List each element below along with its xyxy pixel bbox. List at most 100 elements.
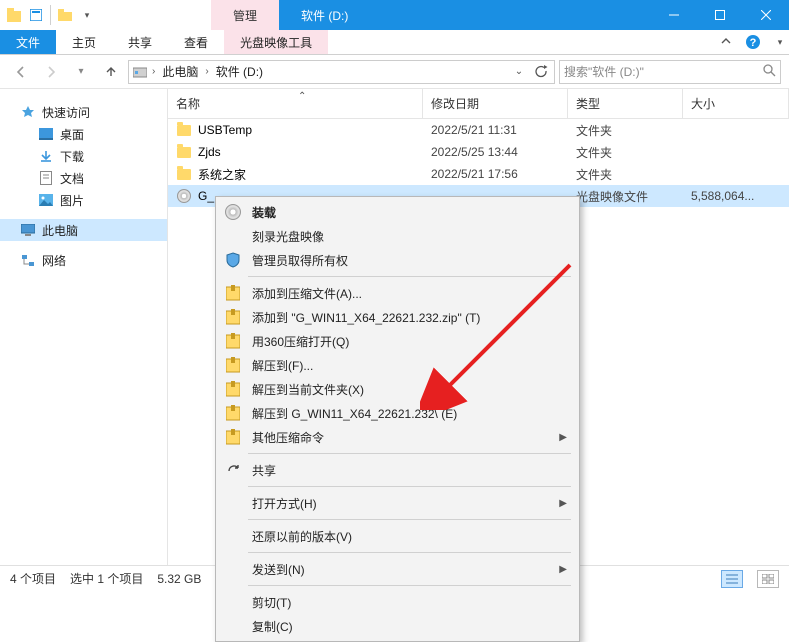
- file-row[interactable]: USBTemp 2022/5/21 11:31 文件夹: [168, 119, 789, 141]
- search-placeholder: 搜索"软件 (D:)": [564, 63, 763, 80]
- breadcrumb-thispc[interactable]: 此电脑: [158, 63, 202, 80]
- breadcrumb-drive[interactable]: 软件 (D:): [212, 63, 267, 80]
- separator: [248, 453, 571, 454]
- help-icon[interactable]: ?: [739, 30, 767, 54]
- back-button[interactable]: [8, 59, 34, 85]
- ctx-extract-here[interactable]: 解压到当前文件夹(X): [218, 377, 577, 401]
- ctx-send-to[interactable]: 发送到(N) ▶: [218, 557, 577, 581]
- context-menu: 装载 刻录光盘映像 管理员取得所有权 添加到压缩文件(A)... 添加到 "G_…: [215, 196, 580, 642]
- search-input[interactable]: 搜索"软件 (D:)": [559, 60, 781, 84]
- ribbon: 文件 主页 共享 查看 光盘映像工具 ? ▾: [0, 30, 789, 55]
- blank-icon: [224, 227, 242, 245]
- help-dropdown-icon[interactable]: ▾: [773, 30, 787, 54]
- sidebar-downloads[interactable]: 下载: [0, 145, 167, 167]
- ctx-open-360[interactable]: 用360压缩打开(Q): [218, 329, 577, 353]
- file-row[interactable]: Zjds 2022/5/25 13:44 文件夹: [168, 141, 789, 163]
- sidebar-this-pc[interactable]: 此电脑: [0, 219, 167, 241]
- sidebar-item-label: 网络: [42, 252, 66, 269]
- window-title: 软件 (D:): [279, 0, 370, 30]
- picture-icon: [38, 192, 54, 208]
- title-bar: ▾ 管理 软件 (D:): [0, 0, 789, 30]
- qat-dropdown-icon[interactable]: ▾: [79, 7, 95, 23]
- svg-text:?: ?: [750, 37, 757, 49]
- close-button[interactable]: [743, 0, 789, 30]
- file-size: 5,588,064...: [683, 189, 789, 203]
- disc-image-icon: [176, 188, 192, 204]
- sidebar-pictures[interactable]: 图片: [0, 189, 167, 211]
- new-folder-icon[interactable]: [57, 7, 73, 23]
- mount-icon: [224, 203, 242, 221]
- ribbon-collapse-icon[interactable]: [713, 30, 739, 54]
- address-dropdown-icon[interactable]: ⌄: [508, 66, 530, 77]
- column-name[interactable]: 名称: [168, 89, 423, 118]
- blank-icon: [224, 617, 242, 635]
- ctx-extract-to[interactable]: 解压到(F)...: [218, 353, 577, 377]
- sidebar-item-label: 快速访问: [42, 104, 90, 121]
- column-date[interactable]: 修改日期: [423, 89, 568, 118]
- network-icon: [20, 252, 36, 268]
- file-date: 2022/5/25 13:44: [423, 145, 568, 159]
- column-headers: 名称 修改日期 类型 大小: [168, 89, 789, 119]
- ctx-burn[interactable]: 刻录光盘映像: [218, 224, 577, 248]
- forward-button[interactable]: [38, 59, 64, 85]
- up-button[interactable]: [98, 59, 124, 85]
- properties-icon[interactable]: [28, 7, 44, 23]
- ctx-restore[interactable]: 还原以前的版本(V): [218, 524, 577, 548]
- address-bar[interactable]: › 此电脑 › 软件 (D:) ⌄: [128, 60, 555, 84]
- column-type[interactable]: 类型: [568, 89, 683, 118]
- ctx-open-with[interactable]: 打开方式(H) ▶: [218, 491, 577, 515]
- view-icons-button[interactable]: [757, 570, 779, 588]
- minimize-button[interactable]: [651, 0, 697, 30]
- archive-icon: [224, 284, 242, 302]
- search-icon[interactable]: [763, 64, 776, 80]
- ctx-share[interactable]: 共享: [218, 458, 577, 482]
- separator: [50, 5, 51, 25]
- ctx-extract-named[interactable]: 解压到 G_WIN11_X64_22621.232\ (E): [218, 401, 577, 425]
- sidebar-desktop[interactable]: 桌面: [0, 123, 167, 145]
- sidebar-documents[interactable]: 文档: [0, 167, 167, 189]
- separator: [248, 519, 571, 520]
- share-icon: [224, 461, 242, 479]
- file-type: 文件夹: [568, 144, 683, 161]
- ctx-add-zip[interactable]: 添加到 "G_WIN11_X64_22621.232.zip" (T): [218, 305, 577, 329]
- home-tab[interactable]: 主页: [56, 30, 112, 54]
- ctx-admin[interactable]: 管理员取得所有权: [218, 248, 577, 272]
- disc-tools-tab[interactable]: 光盘映像工具: [224, 30, 328, 54]
- sidebar-item-label: 桌面: [60, 126, 84, 143]
- chevron-right-icon: ▶: [559, 564, 567, 575]
- sidebar-item-label: 此电脑: [42, 222, 78, 239]
- ctx-add-archive[interactable]: 添加到压缩文件(A)...: [218, 281, 577, 305]
- blank-icon: [224, 593, 242, 611]
- archive-icon: [224, 356, 242, 374]
- chevron-right-icon[interactable]: ›: [202, 66, 211, 77]
- recent-dropdown-icon[interactable]: ▾: [68, 59, 94, 85]
- sidebar-quick-access[interactable]: 快速访问: [0, 101, 167, 123]
- context-tab-manage[interactable]: 管理: [211, 0, 279, 30]
- sidebar-network[interactable]: 网络: [0, 249, 167, 271]
- separator: [248, 552, 571, 553]
- view-tab[interactable]: 查看: [168, 30, 224, 54]
- sidebar-item-label: 文档: [60, 170, 84, 187]
- file-type: 光盘映像文件: [568, 188, 683, 205]
- column-sort-icon[interactable]: ⌃: [298, 91, 306, 102]
- share-tab[interactable]: 共享: [112, 30, 168, 54]
- archive-icon: [224, 428, 242, 446]
- ctx-copy[interactable]: 复制(C): [218, 614, 577, 638]
- file-row[interactable]: 系统之家 2022/5/21 17:56 文件夹: [168, 163, 789, 185]
- ctx-cut[interactable]: 剪切(T): [218, 590, 577, 614]
- file-type: 文件夹: [568, 166, 683, 183]
- sidebar-item-label: 图片: [60, 192, 84, 209]
- maximize-button[interactable]: [697, 0, 743, 30]
- chevron-right-icon[interactable]: ›: [149, 66, 158, 77]
- download-icon: [38, 148, 54, 164]
- separator: [248, 585, 571, 586]
- ctx-mount[interactable]: 装载: [218, 200, 577, 224]
- file-tab[interactable]: 文件: [0, 30, 56, 54]
- folder-icon: [176, 166, 192, 182]
- star-icon: [20, 104, 36, 120]
- refresh-icon[interactable]: [530, 65, 552, 78]
- ctx-other-zip[interactable]: 其他压缩命令 ▶: [218, 425, 577, 449]
- column-size[interactable]: 大小: [683, 89, 789, 118]
- separator: [248, 276, 571, 277]
- view-details-button[interactable]: [721, 570, 743, 588]
